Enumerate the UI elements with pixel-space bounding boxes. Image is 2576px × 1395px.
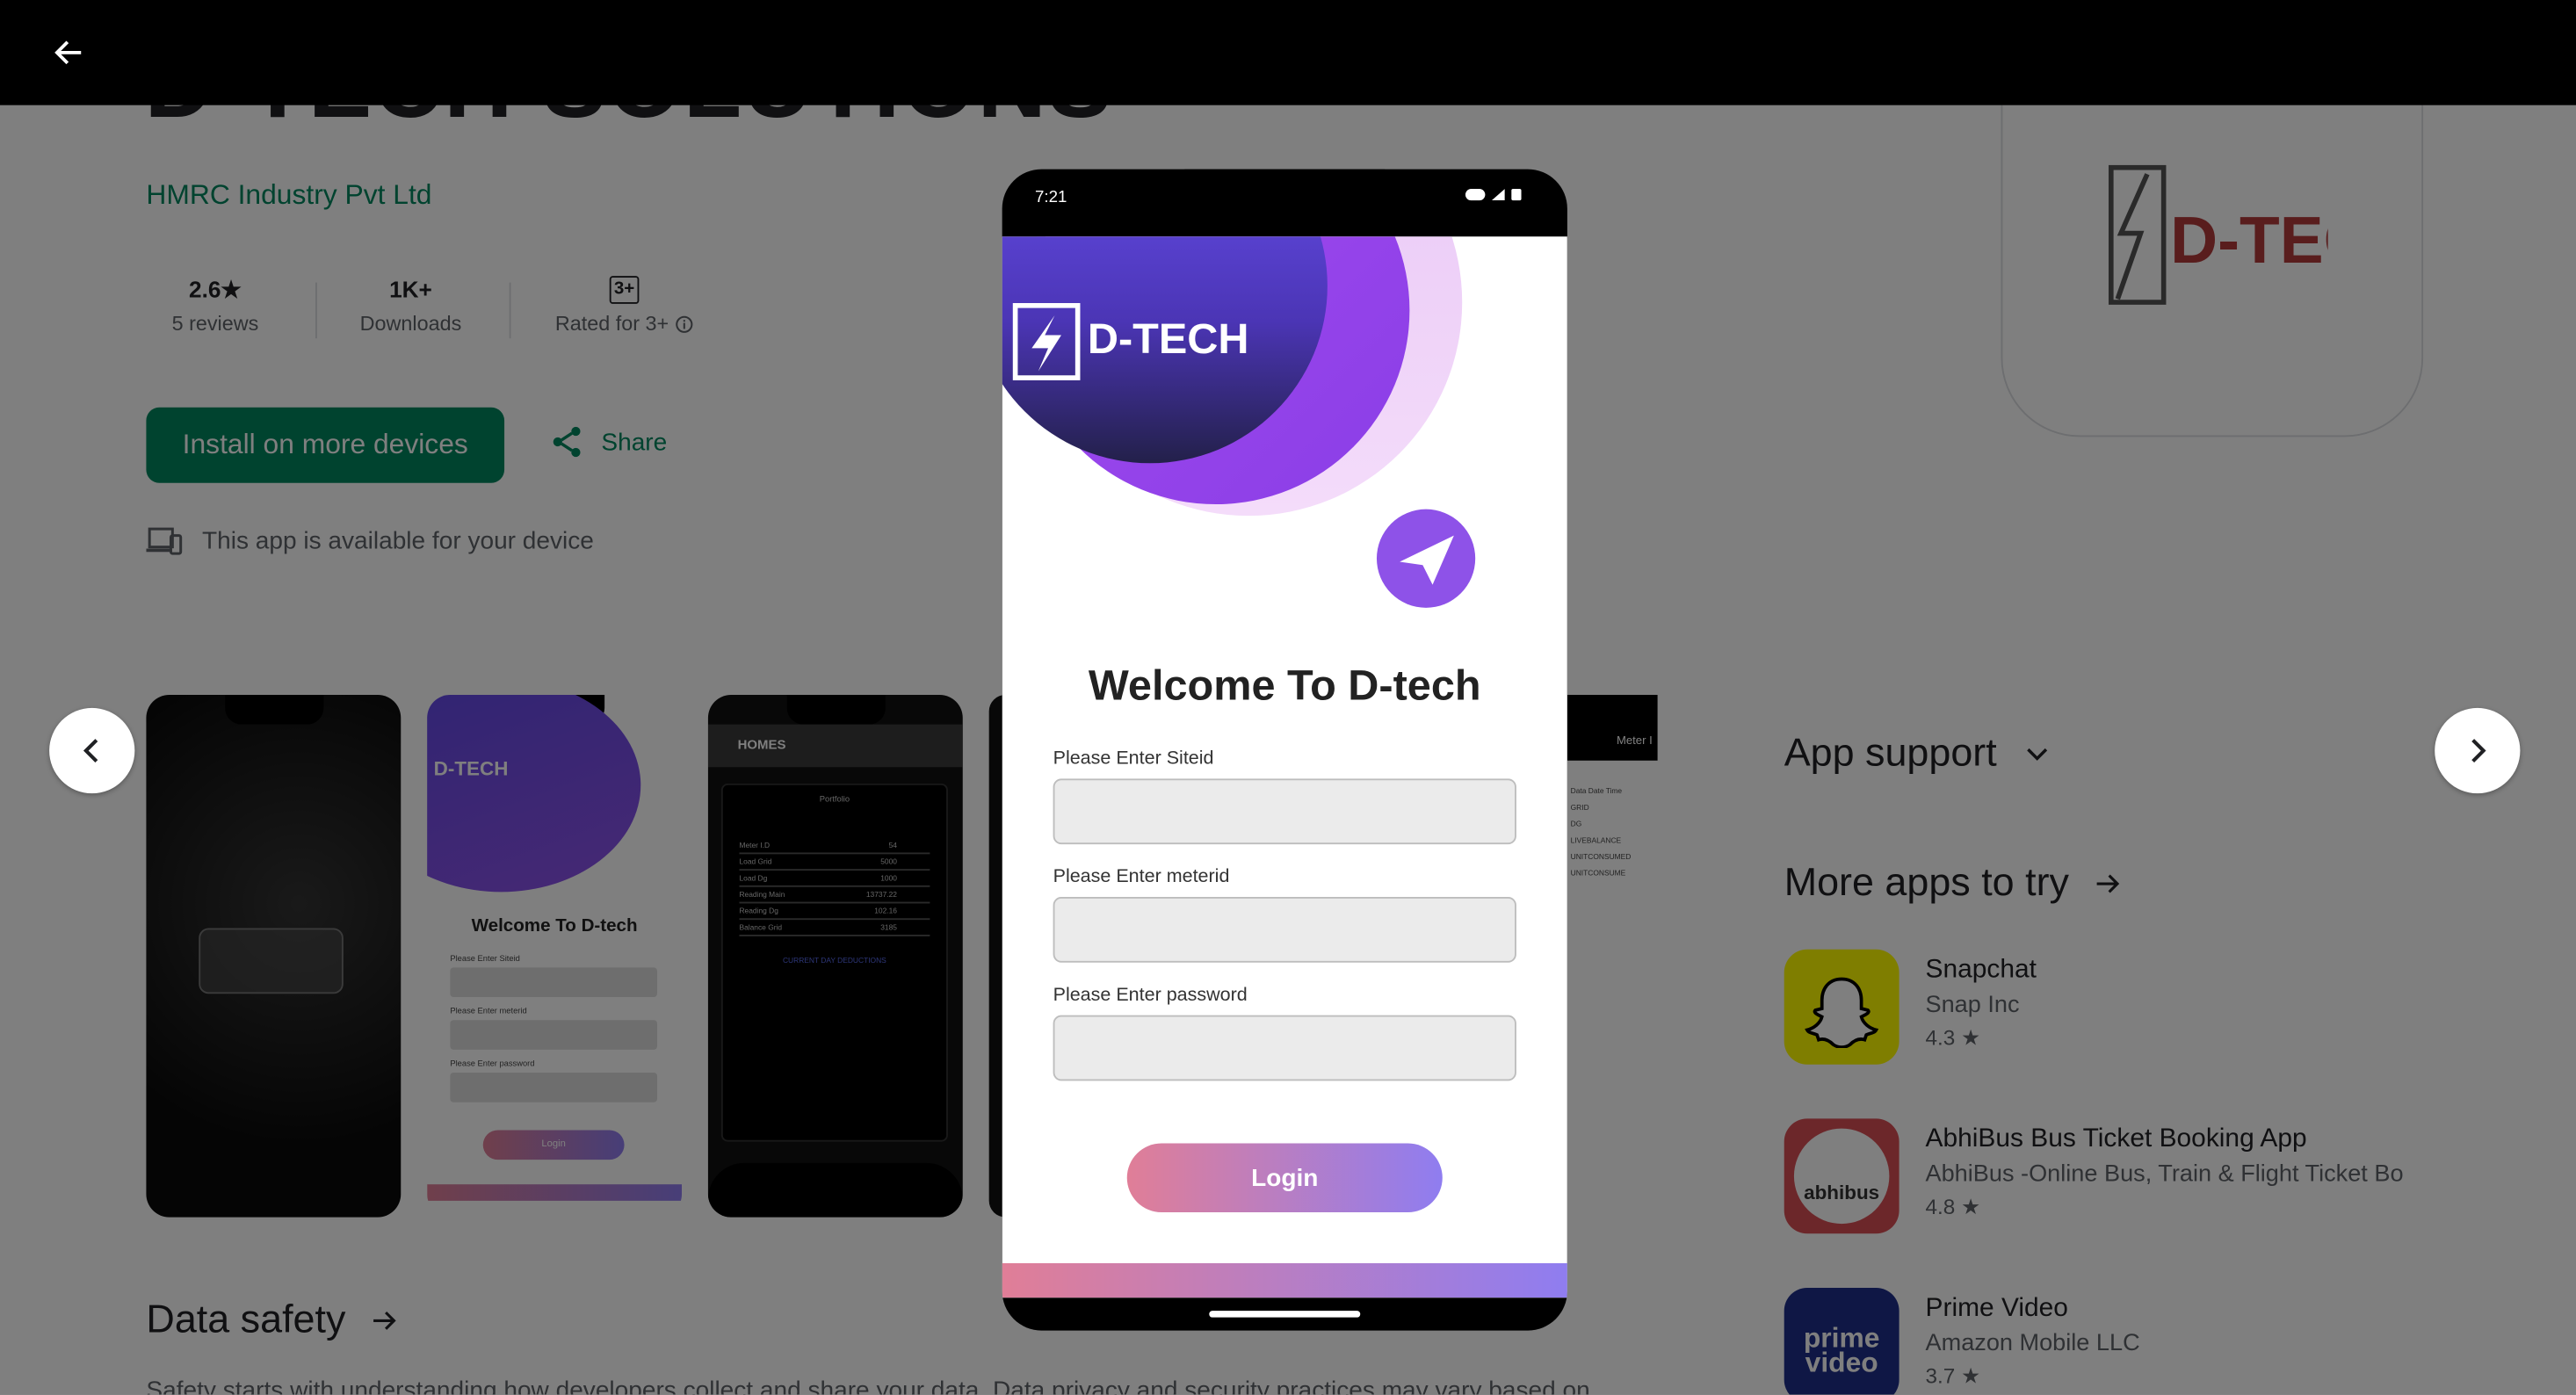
password-field[interactable] xyxy=(1053,1015,1516,1081)
header-graphic xyxy=(1002,236,1476,608)
lightbox-top-bar xyxy=(0,0,2576,105)
phone-notch xyxy=(1184,169,1386,235)
meterid-label: Please Enter meterid xyxy=(1053,867,1230,887)
status-icons xyxy=(1465,189,1522,201)
gradient-bottom-bar xyxy=(1002,1262,1567,1298)
chevron-left-icon xyxy=(83,739,98,763)
status-time: 7:21 xyxy=(1035,189,1067,207)
next-screenshot-button[interactable] xyxy=(2435,707,2521,794)
chevron-right-icon xyxy=(2471,739,2486,763)
home-indicator xyxy=(1209,1311,1361,1318)
enlarged-screenshot: 7:21 D-TECH Welcome To D-tech Please Ent… xyxy=(1002,169,1567,1331)
welcome-heading: Welcome To D-tech xyxy=(1088,660,1481,710)
brand-name: D-TECH xyxy=(1087,314,1249,364)
arrow-back-icon xyxy=(54,40,82,65)
siteid-field[interactable] xyxy=(1053,778,1516,845)
siteid-label: Please Enter Siteid xyxy=(1053,748,1214,770)
back-button[interactable] xyxy=(40,23,98,82)
login-screen: D-TECH Welcome To D-tech Please Enter Si… xyxy=(1002,236,1567,1298)
play-store-page: D-TECH SOLUTIONS HMRC Industry Pvt Ltd 2… xyxy=(0,0,2576,1395)
login-button[interactable]: Login xyxy=(1126,1143,1443,1212)
previous-screenshot-button[interactable] xyxy=(49,707,135,794)
password-label: Please Enter password xyxy=(1053,985,1248,1006)
meterid-field[interactable] xyxy=(1053,896,1516,963)
